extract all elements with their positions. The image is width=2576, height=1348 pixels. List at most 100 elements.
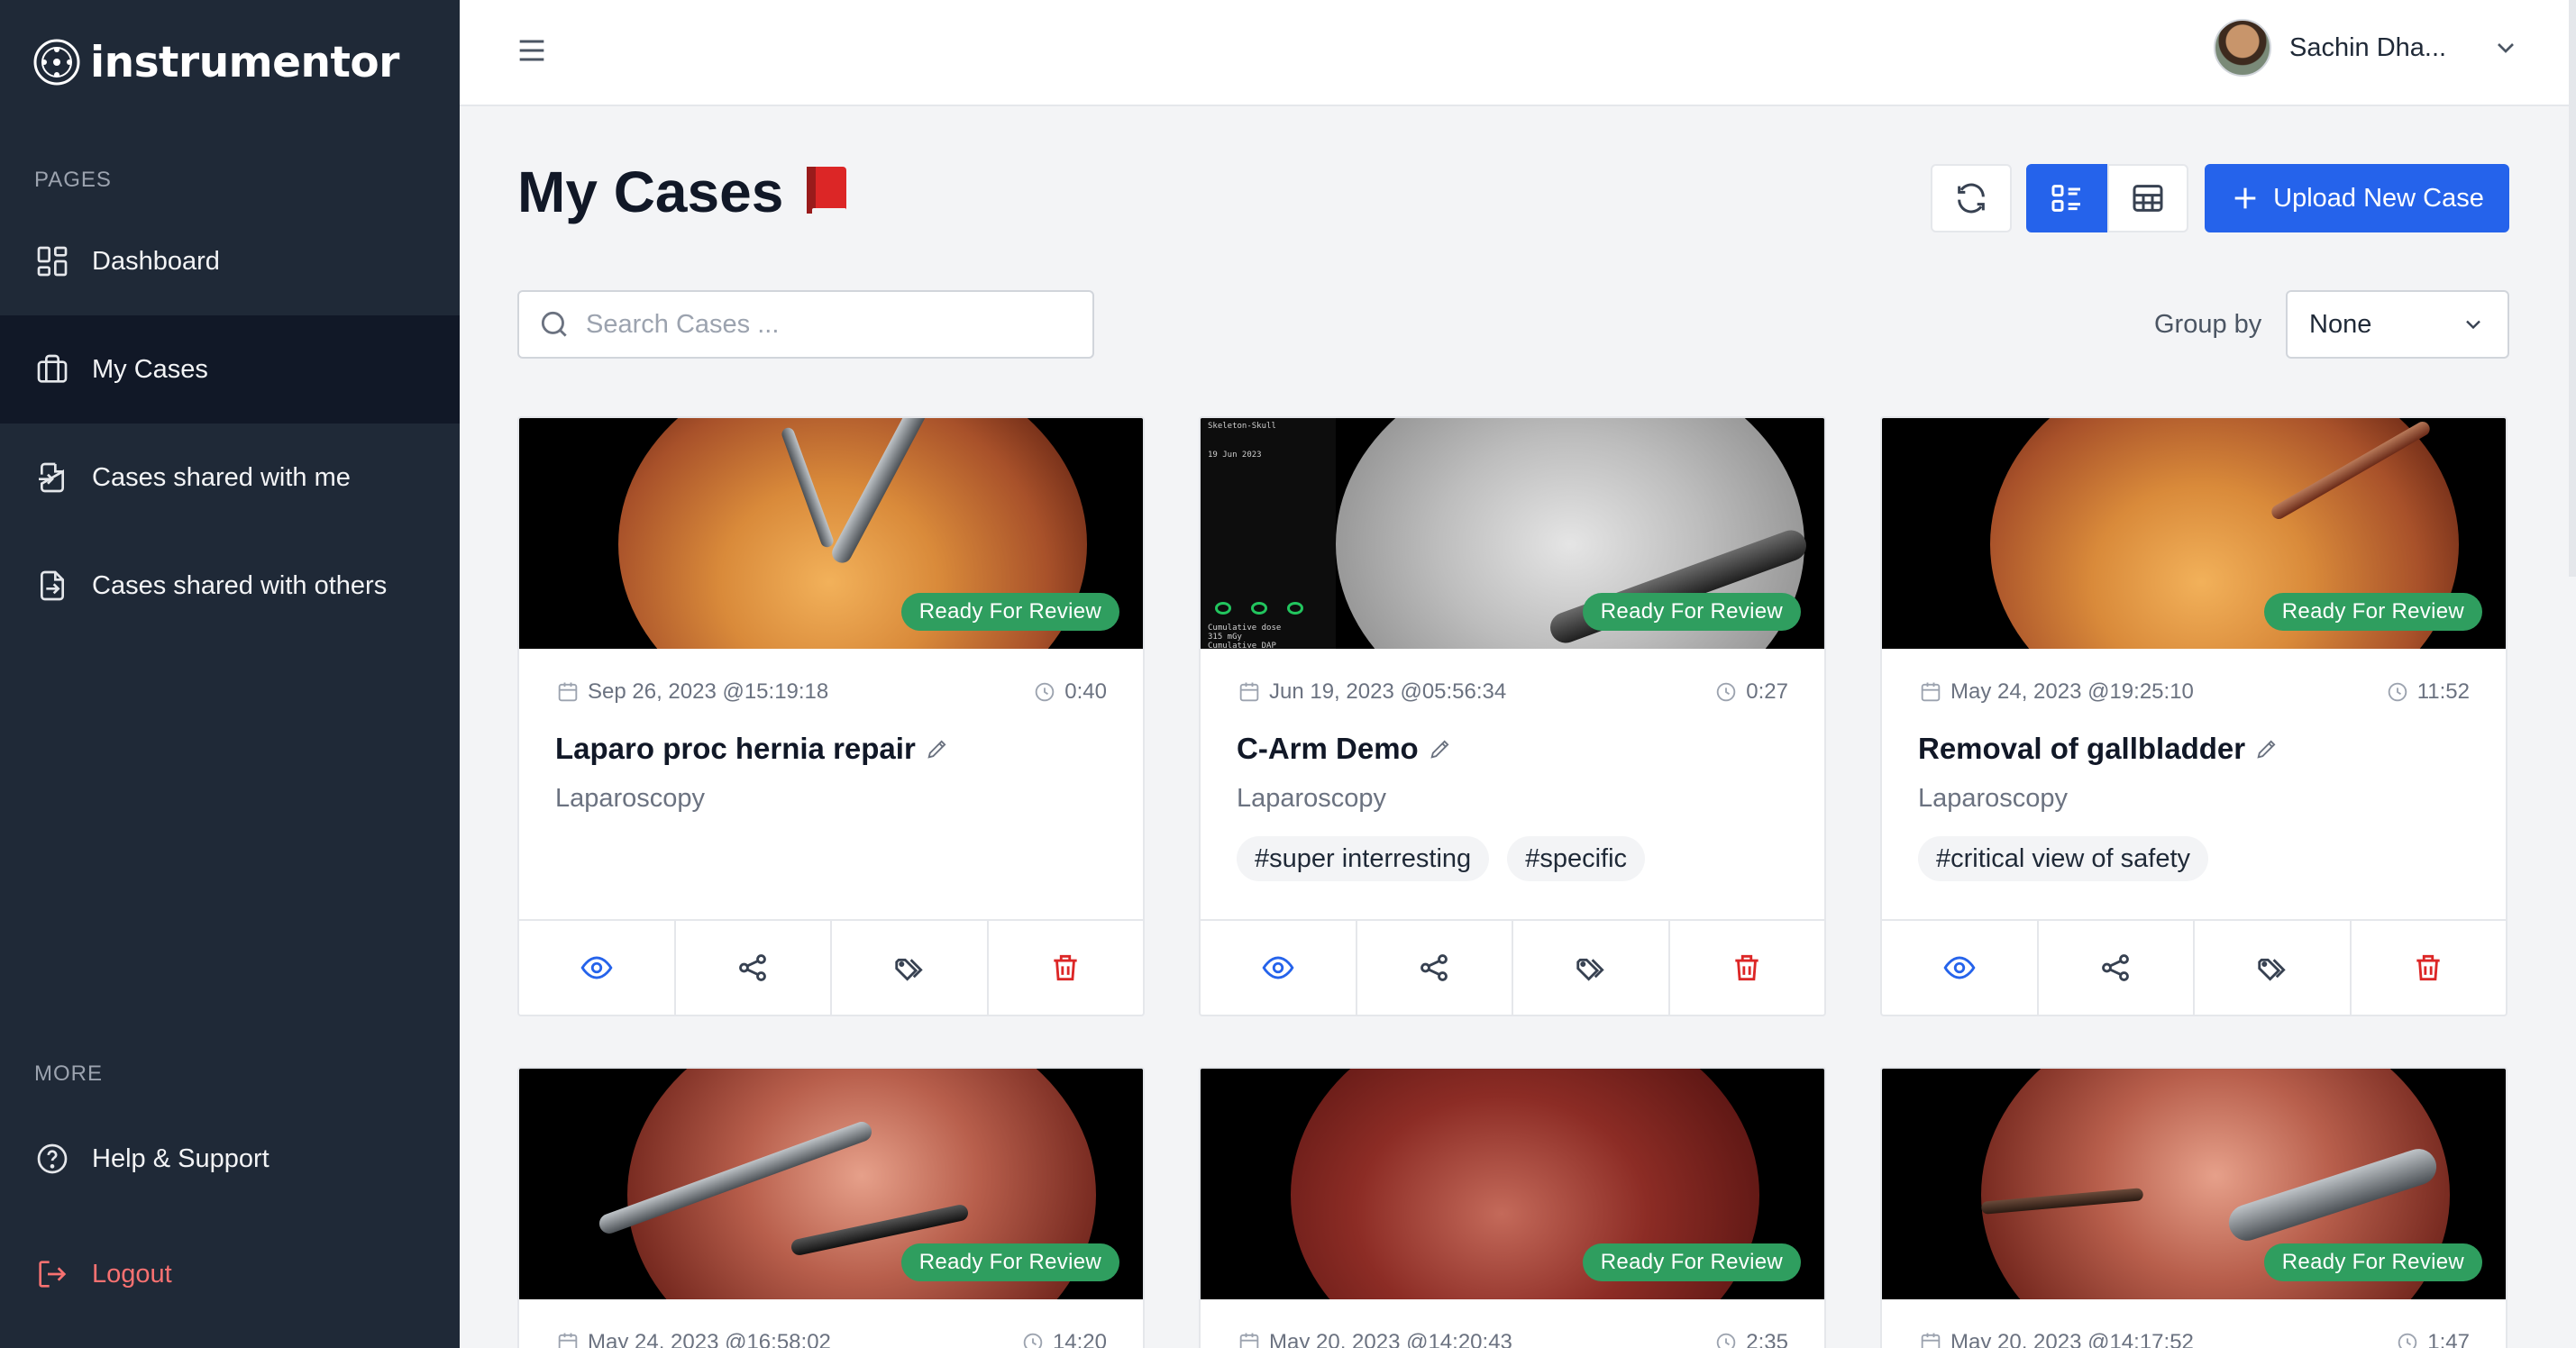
red-book-icon (807, 167, 847, 217)
case-thumbnail[interactable]: Ready For Review (1201, 1069, 1824, 1299)
upload-button-label: Upload New Case (2273, 183, 2484, 213)
view-button[interactable] (1882, 921, 2037, 1015)
avatar (2214, 19, 2271, 77)
tags-button[interactable] (2193, 921, 2350, 1015)
group-by-value: None (2309, 309, 2372, 339)
tag-chip[interactable]: #specific (1507, 836, 1646, 881)
delete-button[interactable] (986, 921, 1144, 1015)
tag-chip[interactable]: #super interresting (1237, 836, 1490, 881)
case-actions (1882, 919, 2506, 1015)
sidebar-item-logout[interactable]: Logout (0, 1220, 460, 1328)
case-date: May 20, 2023 @14:20:43 (1269, 1330, 1512, 1348)
list-view-icon (2051, 185, 2080, 212)
case-meta: May 20, 2023 @14:17:52 1:47 (1918, 1330, 2470, 1348)
tags-button[interactable] (830, 921, 987, 1015)
share-icon (739, 954, 767, 981)
case-duration: 0:40 (1064, 679, 1107, 704)
group-by-select[interactable]: None (2286, 290, 2509, 359)
share-button[interactable] (673, 921, 831, 1015)
search-box[interactable] (517, 290, 1094, 359)
app-logo[interactable]: instrumentor (32, 36, 399, 88)
case-meta: May 20, 2023 @14:20:43 2:35 (1237, 1330, 1788, 1348)
sidebar-item-dashboard[interactable]: Dashboard (0, 207, 460, 315)
overlay-text: Skeleton-Skull (1208, 422, 1276, 431)
pages-section-label: PAGES (34, 168, 112, 192)
sidebar-item-label: Help & Support (92, 1143, 269, 1173)
tags-icon (2258, 958, 2286, 981)
indicator-dot (1251, 602, 1267, 615)
case-title-text: Laparo proc hernia repair (555, 732, 916, 765)
sidebar-item-label: My Cases (92, 354, 208, 384)
scrollbar[interactable] (2569, 0, 2576, 577)
sidebar-item-cases-shared-with-others[interactable]: Cases shared with others (0, 532, 460, 640)
trash-icon (1735, 954, 1758, 981)
case-thumbnail[interactable]: Skeleton-Skull 19 Jun 2023 Cumulative do… (1201, 418, 1824, 649)
refresh-button[interactable] (1931, 164, 2012, 232)
case-date: Sep 26, 2023 @15:19:18 (588, 679, 829, 704)
clock-icon (1717, 682, 1736, 702)
hamburger-menu-icon[interactable] (514, 32, 550, 68)
overlay-text: Cumulative dose (1208, 624, 1282, 633)
case-thumbnail[interactable]: Ready For Review (1882, 418, 2506, 649)
pencil-icon[interactable] (925, 736, 950, 761)
pencil-icon[interactable] (2254, 736, 2279, 761)
tags-button[interactable] (1512, 921, 1668, 1015)
view-button[interactable] (519, 921, 674, 1015)
delete-button[interactable] (1667, 921, 1825, 1015)
xray-overlay-panel: Skeleton-Skull 19 Jun 2023 Cumulative do… (1201, 418, 1336, 649)
case-card: Ready For Review May 20, 2023 @14:20:43 … (1199, 1067, 1826, 1348)
delete-button[interactable] (2349, 921, 2507, 1015)
overlay-text: 315 mGy (1208, 633, 1242, 642)
case-meta: May 24, 2023 @19:25:10 11:52 (1918, 679, 2470, 705)
pencil-icon[interactable] (1428, 736, 1453, 761)
case-title: C-Arm Demo (1237, 732, 1453, 766)
upload-new-case-button[interactable]: Upload New Case (2205, 164, 2509, 232)
share-icon (1420, 954, 1448, 981)
share-button[interactable] (2036, 921, 2194, 1015)
overlay-text: Cumulative DAP (1208, 642, 1276, 649)
sidebar-item-label: Dashboard (92, 246, 220, 276)
help-circle-icon (37, 1143, 68, 1174)
status-badge: Ready For Review (2263, 593, 2482, 631)
calendar-icon (1921, 1333, 1941, 1348)
case-card: Ready For Review May 20, 2023 @14:17:52 … (1880, 1067, 2507, 1348)
chevron-down-icon (2466, 320, 2480, 330)
eye-icon (1262, 956, 1294, 979)
sidebar-item-my-cases[interactable]: My Cases (0, 315, 460, 424)
clock-icon (1036, 682, 1055, 702)
calendar-icon (558, 682, 578, 702)
sidebar-item-label: Logout (92, 1259, 172, 1289)
case-actions (1201, 919, 1824, 1015)
plus-icon (2234, 187, 2256, 209)
share-button[interactable] (1355, 921, 1512, 1015)
clock-icon (2398, 1333, 2417, 1348)
case-type: Laparoscopy (1237, 784, 1387, 813)
sidebar-item-help-support[interactable]: Help & Support (0, 1105, 460, 1213)
dashboard-icon (37, 246, 68, 277)
case-duration: 11:52 (2416, 679, 2470, 704)
sidebar-item-label: Cases shared with me (92, 462, 351, 492)
user-menu[interactable]: Sachin Dha... (2214, 18, 2520, 77)
clock-icon (2388, 682, 2407, 702)
eye-icon (1943, 956, 1976, 979)
trash-icon (1054, 954, 1077, 981)
status-badge: Ready For Review (900, 1243, 1119, 1281)
case-title-text: C-Arm Demo (1237, 732, 1419, 765)
user-name: Sachin Dha... (2289, 32, 2447, 62)
case-card: Ready For Review Sep 26, 2023 @15:19:18 … (517, 416, 1145, 1016)
table-view-button[interactable] (2107, 164, 2188, 232)
grid-view-button[interactable] (2026, 164, 2107, 232)
tag-chip[interactable]: #critical view of safety (1918, 836, 2209, 881)
case-thumbnail[interactable]: Ready For Review (519, 1069, 1143, 1299)
case-date: May 20, 2023 @14:17:52 (1950, 1330, 2194, 1348)
view-button[interactable] (1201, 921, 1356, 1015)
case-title: Laparo proc hernia repair (555, 732, 950, 766)
case-thumbnail[interactable]: Ready For Review (1882, 1069, 2506, 1299)
case-thumbnail[interactable]: Ready For Review (519, 418, 1143, 649)
tags-icon (1576, 958, 1604, 981)
indicator-dot (1287, 602, 1303, 615)
search-input[interactable] (586, 309, 1073, 340)
file-import-icon (39, 462, 64, 493)
sidebar-item-cases-shared-with-me[interactable]: Cases shared with me (0, 424, 460, 532)
chevron-down-icon (2498, 43, 2514, 53)
